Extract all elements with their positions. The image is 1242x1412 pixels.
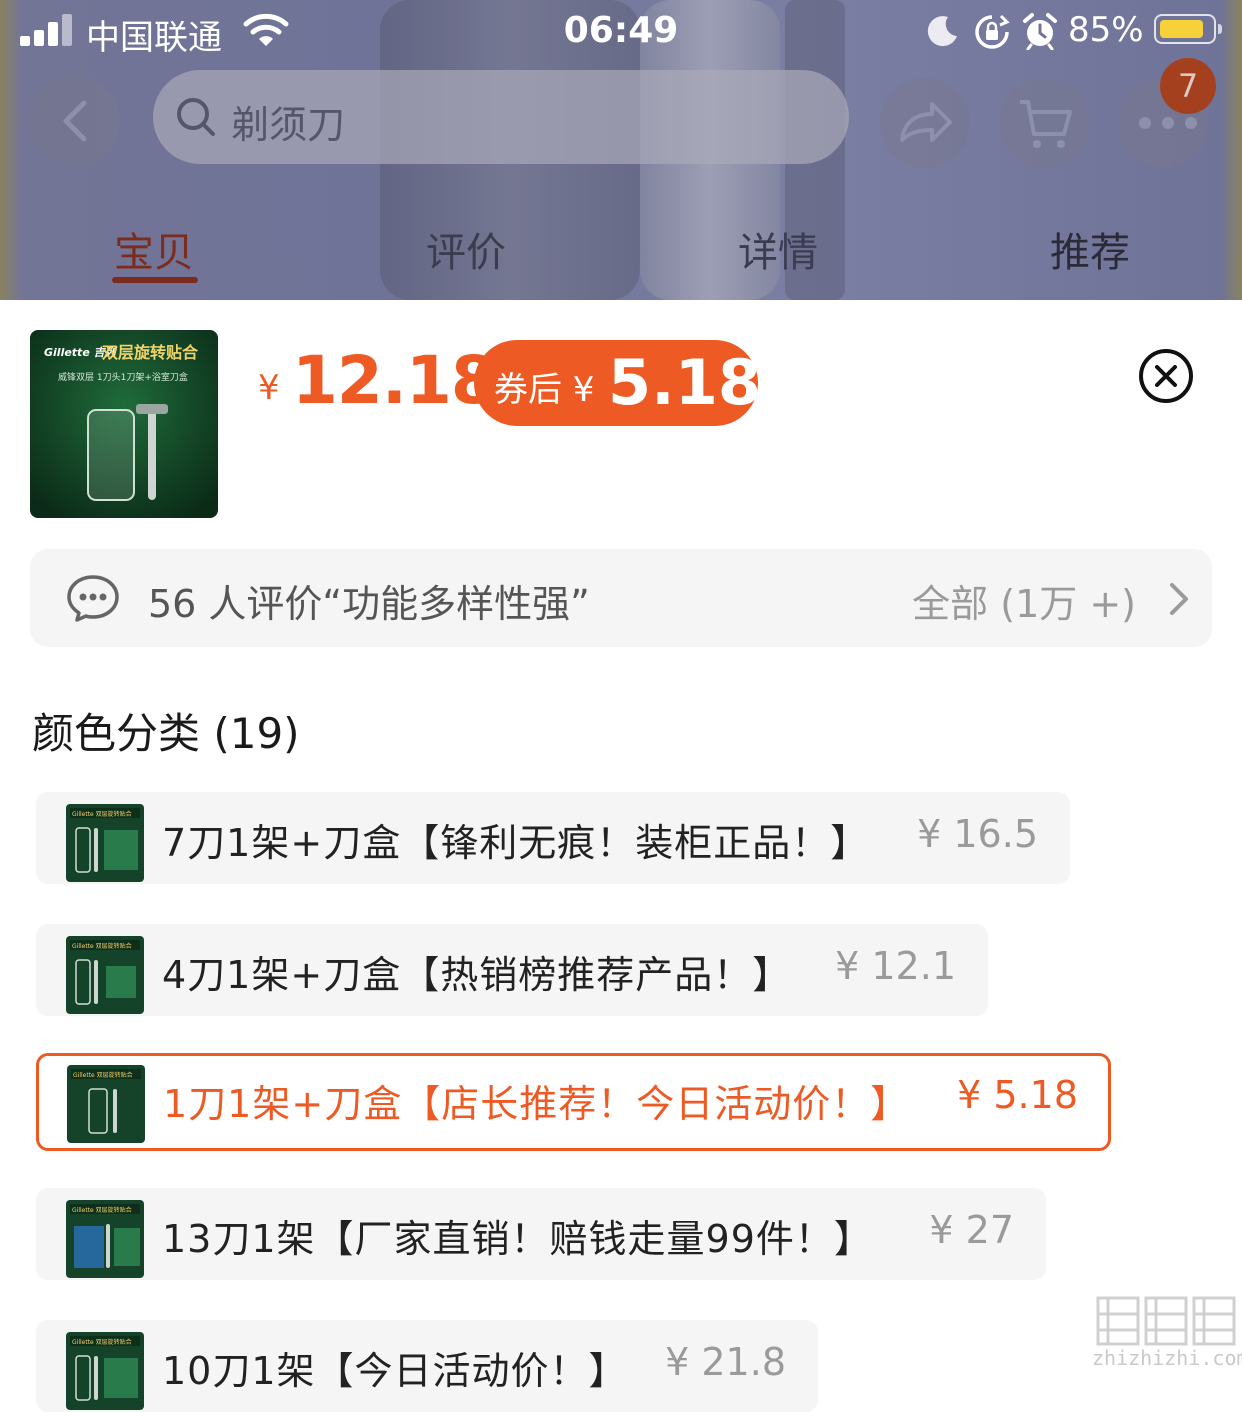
svg-text:双层旋转贴合: 双层旋转贴合	[102, 343, 199, 362]
rotation-lock-icon	[975, 14, 1010, 49]
sku-option-price: ¥ 27	[929, 1208, 1014, 1252]
tab-details[interactable]: 详情	[738, 220, 818, 278]
color-category-title: 颜色分类 (19)	[32, 709, 300, 758]
sku-option-name: 10刀1架【今日活动价！】	[162, 1349, 628, 1393]
review-summary-bar[interactable]: 56 人评价“功能多样性强” 全部 (1万 +)	[30, 549, 1212, 647]
svg-text:Gillette 双层旋转贴合: Gillette 双层旋转贴合	[72, 1338, 132, 1346]
sku-option[interactable]: Gillette 双层旋转贴合 13刀1架【厂家直销！赔钱走量99件！】 ¥ 2…	[36, 1188, 1046, 1280]
sku-thumbnail: Gillette 双层旋转贴合	[67, 1065, 145, 1143]
coupon-price-badge: 券后 ¥ 5.18	[474, 340, 761, 426]
status-bar: 中国联通 06:49 85%	[0, 0, 1242, 64]
search-icon	[177, 98, 215, 136]
battery-icon	[1154, 14, 1222, 44]
sku-thumbnail: Gillette 双层旋转贴合	[66, 1200, 144, 1278]
sku-option-price: ¥ 5.18	[957, 1073, 1078, 1117]
tab-recommend[interactable]: 推荐	[1050, 220, 1130, 278]
sku-option-name: 7刀1架+刀盒【锋利无痕！装柜正品！】	[162, 821, 870, 865]
tab-item[interactable]: 宝贝	[114, 220, 194, 278]
product-price: 12.18	[292, 342, 497, 419]
chevron-left-icon	[63, 100, 87, 142]
sku-option-price: ¥ 12.1	[835, 944, 956, 988]
coupon-price: 5.18	[608, 346, 761, 419]
review-summary-text: 56 人评价“功能多样性强”	[148, 582, 590, 626]
razor-product-image: Gillette 吉列 双层旋转贴合 威锋双层 1刀头1刀架+浴室刀盒	[30, 330, 218, 518]
svg-text:Gillette 双层旋转贴合: Gillette 双层旋转贴合	[72, 1206, 132, 1214]
product-thumbnail[interactable]: Gillette 吉列 双层旋转贴合 威锋双层 1刀头1刀架+浴室刀盒	[30, 330, 218, 518]
all-reviews-link[interactable]: 全部 (1万 +)	[912, 573, 1136, 628]
share-arrow-icon	[900, 102, 952, 142]
close-icon[interactable]	[1138, 348, 1194, 404]
page-tabs: 宝贝 评价 详情 推荐	[0, 200, 1242, 300]
moon-icon	[927, 16, 957, 47]
sku-thumbnail: Gillette 双层旋转贴合	[66, 1332, 144, 1410]
search-query-text: 剃须刀	[231, 103, 346, 147]
cart-badge: 7	[1160, 58, 1216, 114]
sku-option-price: ¥ 16.5	[917, 812, 1038, 856]
sku-option-name: 1刀1架+刀盒【店长推荐！今日活动价！】	[163, 1082, 910, 1126]
sku-option-name: 4刀1架+刀盒【热销榜推荐产品！】	[162, 953, 792, 997]
sku-option[interactable]: Gillette 双层旋转贴合 4刀1架+刀盒【热销榜推荐产品！】 ¥ 12.1	[36, 924, 988, 1016]
watermark-text: zhizhizhi.com	[1092, 1346, 1242, 1370]
back-button[interactable]	[30, 76, 120, 166]
chevron-right-icon	[1170, 583, 1188, 615]
search-bar[interactable]: 剃须刀	[153, 70, 849, 164]
svg-text:Gillette 双层旋转贴合: Gillette 双层旋转贴合	[72, 810, 132, 818]
background-page-header: 中国联通 06:49 85% 剃须刀 7 宝贝 评价 详情 推荐	[0, 0, 1242, 300]
sku-thumbnail: Gillette 双层旋转贴合	[66, 804, 144, 882]
sku-option-selected[interactable]: Gillette 双层旋转贴合 1刀1架+刀盒【店长推荐！今日活动价！】 ¥ 5…	[36, 1053, 1111, 1151]
share-button[interactable]	[880, 78, 970, 168]
battery-percent: 85%	[1068, 10, 1144, 50]
svg-text:Gillette 双层旋转贴合: Gillette 双层旋转贴合	[73, 1071, 133, 1079]
sku-thumbnail: Gillette 双层旋转贴合	[66, 936, 144, 1014]
active-tab-indicator	[112, 277, 198, 283]
price-currency: ¥	[258, 368, 280, 408]
battery-fill	[1160, 20, 1203, 38]
svg-text:威锋双层 1刀头1刀架+浴室刀盒: 威锋双层 1刀头1刀架+浴室刀盒	[58, 371, 188, 383]
shopping-cart-icon	[1020, 100, 1072, 148]
sku-option[interactable]: Gillette 双层旋转贴合 10刀1架【今日活动价！】 ¥ 21.8	[36, 1320, 818, 1412]
coupon-label: 券后 ¥	[494, 370, 595, 410]
sku-selection-sheet: Gillette 吉列 双层旋转贴合 威锋双层 1刀头1刀架+浴室刀盒 ¥ 12…	[0, 300, 1242, 1412]
sku-option-price: ¥ 21.8	[665, 1340, 786, 1384]
chat-bubble-icon	[67, 575, 119, 622]
sku-option[interactable]: Gillette 双层旋转贴合 7刀1架+刀盒【锋利无痕！装柜正品！】 ¥ 16…	[36, 792, 1070, 884]
cart-button[interactable]	[1000, 78, 1090, 168]
alarm-icon	[1023, 13, 1057, 50]
svg-text:Gillette 双层旋转贴合: Gillette 双层旋转贴合	[72, 942, 132, 950]
sku-option-name: 13刀1架【厂家直销！赔钱走量99件！】	[162, 1217, 873, 1261]
tab-reviews[interactable]: 评价	[426, 220, 506, 278]
